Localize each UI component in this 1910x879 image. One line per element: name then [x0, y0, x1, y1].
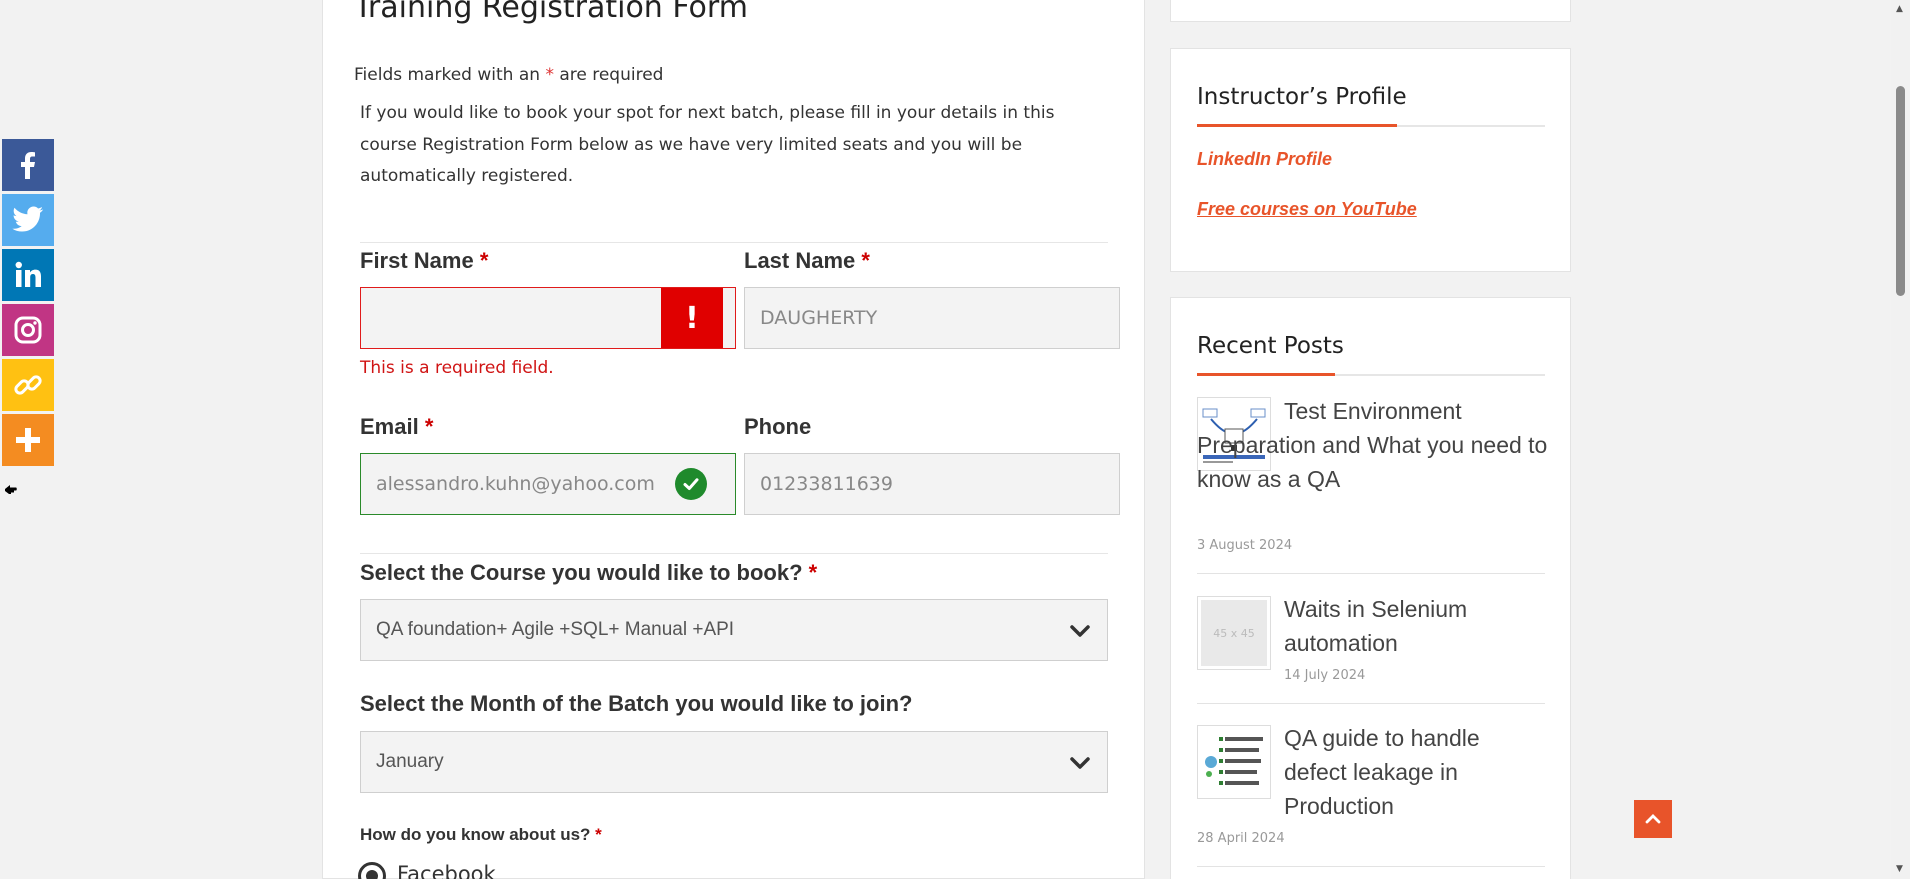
chevron-down-icon	[1070, 625, 1090, 637]
page-scrollbar[interactable]: ▲ ▼	[1891, 0, 1910, 879]
plus-icon	[16, 428, 40, 452]
post-thumbnail[interactable]	[1197, 725, 1271, 799]
post-separator	[1197, 703, 1545, 704]
post-title-link[interactable]: Waits in Selenium automation	[1284, 592, 1534, 660]
form-title: Training Registration Form	[354, 0, 748, 25]
post-title-link[interactable]: Test Environment Preparation and What yo…	[1197, 394, 1557, 496]
chevron-up-icon	[1645, 814, 1661, 824]
placeholder-image: 45 x 45	[1201, 600, 1267, 666]
instructor-title: Instructor’s Profile	[1197, 84, 1407, 110]
facebook-share-button[interactable]	[2, 139, 54, 191]
hand-pointer-icon	[5, 485, 17, 494]
source-label: How do you know about us? *	[360, 825, 602, 844]
facebook-radio-label: Facebook	[397, 862, 496, 879]
copy-link-button[interactable]	[2, 359, 54, 411]
youtube-courses-link[interactable]: Free courses on YouTube	[1197, 199, 1417, 220]
chevron-down-icon	[1070, 757, 1090, 769]
divider	[360, 553, 1108, 554]
required-note: Fields marked with an * are required	[354, 65, 664, 85]
instagram-icon	[14, 316, 42, 344]
divider	[360, 242, 1108, 243]
course-select[interactable]: QA foundation+ Agile +SQL+ Manual +API	[360, 599, 1108, 661]
phone-label: Phone	[744, 414, 812, 439]
title-underline	[1197, 373, 1545, 376]
hide-share-bar-button[interactable]	[4, 482, 18, 500]
infographic-thumbnail-icon	[1201, 729, 1267, 795]
error-icon: !	[661, 288, 723, 348]
email-label: Email *	[360, 414, 434, 439]
recent-posts-widget: Recent Posts Test Environment Preparatio…	[1170, 297, 1571, 879]
instagram-share-button[interactable]	[2, 304, 54, 356]
form-intro: If you would like to book your spot for …	[360, 103, 1055, 186]
first-name-label: First Name *	[360, 248, 489, 273]
last-name-label: Last Name *	[744, 248, 870, 273]
twitter-icon	[12, 206, 44, 232]
title-underline	[1197, 124, 1545, 127]
first-name-error: This is a required field.	[360, 358, 554, 378]
phone-input[interactable]: 01233811639	[744, 453, 1120, 515]
post-separator	[1197, 866, 1545, 867]
post-thumbnail[interactable]: 45 x 45	[1197, 596, 1271, 670]
recent-posts-title: Recent Posts	[1197, 333, 1344, 359]
post-separator	[1197, 573, 1545, 574]
more-share-button[interactable]	[2, 414, 54, 466]
linkedin-share-button[interactable]	[2, 249, 54, 301]
post-date: 14 July 2024	[1284, 668, 1366, 683]
facebook-icon	[21, 152, 35, 179]
post-title-link[interactable]: QA guide to handle defect leakage in Pro…	[1284, 721, 1534, 823]
linkedin-icon	[15, 261, 41, 287]
month-label: Select the Month of the Batch you would …	[360, 691, 913, 716]
scroll-down-arrow-icon[interactable]: ▼	[1896, 864, 1903, 874]
email-input[interactable]: alessandro.kuhn@yahoo.com	[360, 453, 736, 515]
back-to-top-button[interactable]	[1634, 800, 1672, 838]
post-date: 3 August 2024	[1197, 538, 1293, 553]
last-name-input[interactable]: DAUGHERTY	[744, 287, 1120, 349]
scrollbar-thumb[interactable]	[1896, 86, 1905, 296]
linkedin-profile-link[interactable]: LinkedIn Profile	[1197, 149, 1332, 170]
post-date: 28 April 2024	[1197, 831, 1285, 846]
instructor-widget: Instructor’s Profile LinkedIn Profile Fr…	[1170, 48, 1571, 272]
copy-link-icon	[14, 375, 42, 395]
check-icon	[675, 468, 707, 500]
scroll-up-arrow-icon[interactable]: ▲	[1896, 4, 1903, 14]
facebook-radio[interactable]	[358, 862, 386, 879]
month-select[interactable]: January	[360, 731, 1108, 793]
course-label: Select the Course you would like to book…	[360, 560, 818, 585]
sidebar-widget-top	[1170, 0, 1571, 22]
registration-form-card: Training Registration Form Fields marked…	[322, 0, 1145, 879]
first-name-input[interactable]: !	[360, 287, 736, 349]
twitter-share-button[interactable]	[2, 194, 54, 246]
